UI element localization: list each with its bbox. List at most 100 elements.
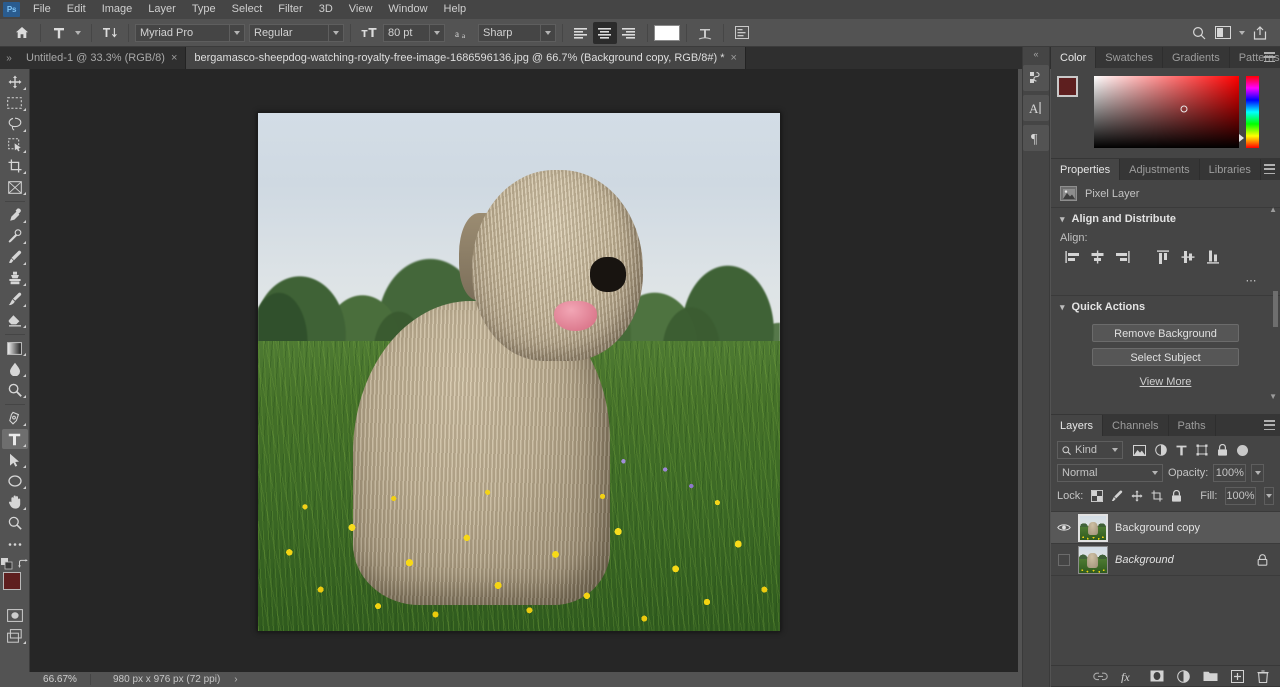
- crop-tool[interactable]: [2, 156, 28, 176]
- healing-brush-tool[interactable]: [2, 226, 28, 246]
- type-tool[interactable]: [2, 429, 28, 449]
- lock-all-icon[interactable]: [1171, 490, 1182, 502]
- character-panel-icon[interactable]: [730, 22, 754, 44]
- canvas-area[interactable]: [30, 69, 1018, 672]
- view-more-link[interactable]: View More: [1051, 372, 1280, 397]
- document-tab-untitled-1[interactable]: Untitled-1 @ 33.3% (RGB/8) ×: [18, 47, 186, 69]
- search-icon[interactable]: [1187, 22, 1211, 44]
- remove-background-button[interactable]: Remove Background: [1092, 324, 1239, 342]
- foreground-color-swatch[interactable]: [1057, 76, 1078, 97]
- eyedropper-tool[interactable]: [2, 205, 28, 225]
- tool-preset-chevron-down-icon[interactable]: [71, 22, 85, 44]
- workspace-icon[interactable]: [1211, 22, 1235, 44]
- font-style-select[interactable]: Regular: [249, 24, 344, 42]
- tab-layers[interactable]: Layers: [1051, 415, 1103, 436]
- opacity-chevron-down-icon[interactable]: [1251, 464, 1264, 482]
- hand-tool[interactable]: [2, 492, 28, 512]
- filter-kind-select[interactable]: Kind: [1057, 441, 1123, 459]
- blend-mode-select[interactable]: Normal: [1057, 464, 1163, 482]
- menu-view[interactable]: View: [341, 0, 381, 19]
- lock-artboard-nesting-icon[interactable]: [1151, 490, 1163, 502]
- dodge-tool[interactable]: [2, 380, 28, 400]
- align-vertical-centers-icon[interactable]: [1181, 250, 1196, 264]
- add-layer-mask-icon[interactable]: [1150, 670, 1164, 682]
- layer-visibility-toggle[interactable]: [1056, 523, 1071, 532]
- filter-adjustment-icon[interactable]: [1155, 444, 1167, 456]
- color-swatches[interactable]: [1057, 76, 1087, 106]
- foreground-background-colors[interactable]: [1, 572, 29, 600]
- edit-toolbar-dots-icon[interactable]: [2, 534, 28, 554]
- clone-stamp-tool[interactable]: [2, 268, 28, 288]
- share-icon[interactable]: [1248, 22, 1272, 44]
- blur-tool[interactable]: [2, 359, 28, 379]
- align-top-edges-icon[interactable]: [1156, 250, 1171, 264]
- menu-edit[interactable]: Edit: [59, 0, 94, 19]
- menu-3d[interactable]: 3D: [311, 0, 341, 19]
- align-left-edges-icon[interactable]: [1065, 250, 1080, 264]
- layer-thumbnail[interactable]: [1078, 546, 1108, 574]
- quick-mask-icon[interactable]: [2, 605, 28, 625]
- filter-enable-toggle[interactable]: [1237, 445, 1248, 456]
- paragraph-panel-icon[interactable]: ¶: [1023, 125, 1049, 151]
- ellipse-shape-tool[interactable]: [2, 471, 28, 491]
- align-center-icon[interactable]: [593, 22, 617, 44]
- tab-gradients[interactable]: Gradients: [1163, 47, 1230, 68]
- path-selection-tool[interactable]: [2, 450, 28, 470]
- align-horizontal-centers-icon[interactable]: [1090, 250, 1105, 264]
- align-bottom-edges-icon[interactable]: [1206, 250, 1221, 264]
- properties-scrollbar[interactable]: ▲ ▼: [1273, 213, 1278, 391]
- screen-mode-icon[interactable]: [2, 626, 28, 646]
- select-subject-button[interactable]: Select Subject: [1092, 348, 1239, 366]
- tab-adjustments[interactable]: Adjustments: [1120, 159, 1200, 180]
- tab-swatches[interactable]: Swatches: [1096, 47, 1163, 68]
- table-row[interactable]: Background copy: [1051, 512, 1280, 544]
- align-more-options-icon[interactable]: ⋯: [1051, 274, 1280, 295]
- panel-menu-icon[interactable]: [1264, 164, 1275, 174]
- lock-transparent-pixels-icon[interactable]: [1091, 490, 1103, 502]
- menu-type[interactable]: Type: [184, 0, 224, 19]
- panel-menu-icon[interactable]: [1264, 420, 1275, 430]
- scroll-up-icon[interactable]: ▲: [1269, 205, 1277, 214]
- history-brush-tool[interactable]: [2, 289, 28, 309]
- menu-layer[interactable]: Layer: [140, 0, 184, 19]
- new-layer-icon[interactable]: [1231, 670, 1244, 683]
- menu-image[interactable]: Image: [94, 0, 141, 19]
- eraser-tool[interactable]: [2, 310, 28, 330]
- opacity-value[interactable]: 100%: [1213, 464, 1246, 482]
- align-left-icon[interactable]: [569, 22, 593, 44]
- marquee-tool[interactable]: [2, 93, 28, 113]
- align-right-icon[interactable]: [617, 22, 641, 44]
- menu-window[interactable]: Window: [380, 0, 435, 19]
- table-row[interactable]: Background: [1051, 544, 1280, 576]
- layer-visibility-toggle[interactable]: [1056, 554, 1071, 566]
- layer-name[interactable]: Background copy: [1115, 522, 1280, 534]
- swap-colors-icon[interactable]: [18, 559, 29, 570]
- new-adjustment-layer-icon[interactable]: [1177, 670, 1190, 683]
- delete-layer-icon[interactable]: [1257, 670, 1269, 683]
- menu-file[interactable]: File: [25, 0, 59, 19]
- gradient-tool[interactable]: [2, 338, 28, 358]
- zoom-tool[interactable]: [2, 513, 28, 533]
- tab-expander-icon[interactable]: »: [0, 47, 18, 69]
- close-icon[interactable]: ×: [171, 53, 177, 64]
- anti-aliasing-select[interactable]: Sharp: [478, 24, 556, 42]
- tab-paths[interactable]: Paths: [1169, 415, 1216, 436]
- status-expand-icon[interactable]: ›: [220, 674, 237, 685]
- document-tab-bergamasco[interactable]: bergamasco-sheepdog-watching-royalty-fre…: [186, 47, 746, 69]
- workspace-chevron-down-icon[interactable]: [1235, 22, 1248, 44]
- default-colors-icon[interactable]: [1, 558, 13, 570]
- history-panel-icon[interactable]: [1023, 65, 1049, 91]
- filter-type-icon[interactable]: [1176, 445, 1187, 456]
- section-align-and-distribute[interactable]: ▾ Align and Distribute: [1051, 208, 1280, 230]
- lock-image-pixels-icon[interactable]: [1111, 490, 1123, 502]
- brush-tool[interactable]: [2, 247, 28, 267]
- zoom-level[interactable]: 66.67%: [30, 674, 90, 685]
- fill-chevron-down-icon[interactable]: [1264, 487, 1274, 505]
- menu-help[interactable]: Help: [436, 0, 475, 19]
- tab-color[interactable]: Color: [1051, 47, 1096, 68]
- text-color-swatch[interactable]: [654, 25, 680, 41]
- lock-position-icon[interactable]: [1131, 490, 1143, 502]
- fill-value[interactable]: 100%: [1225, 487, 1255, 505]
- color-picker-marker[interactable]: [1180, 106, 1187, 113]
- section-quick-actions[interactable]: ▾ Quick Actions: [1051, 296, 1280, 318]
